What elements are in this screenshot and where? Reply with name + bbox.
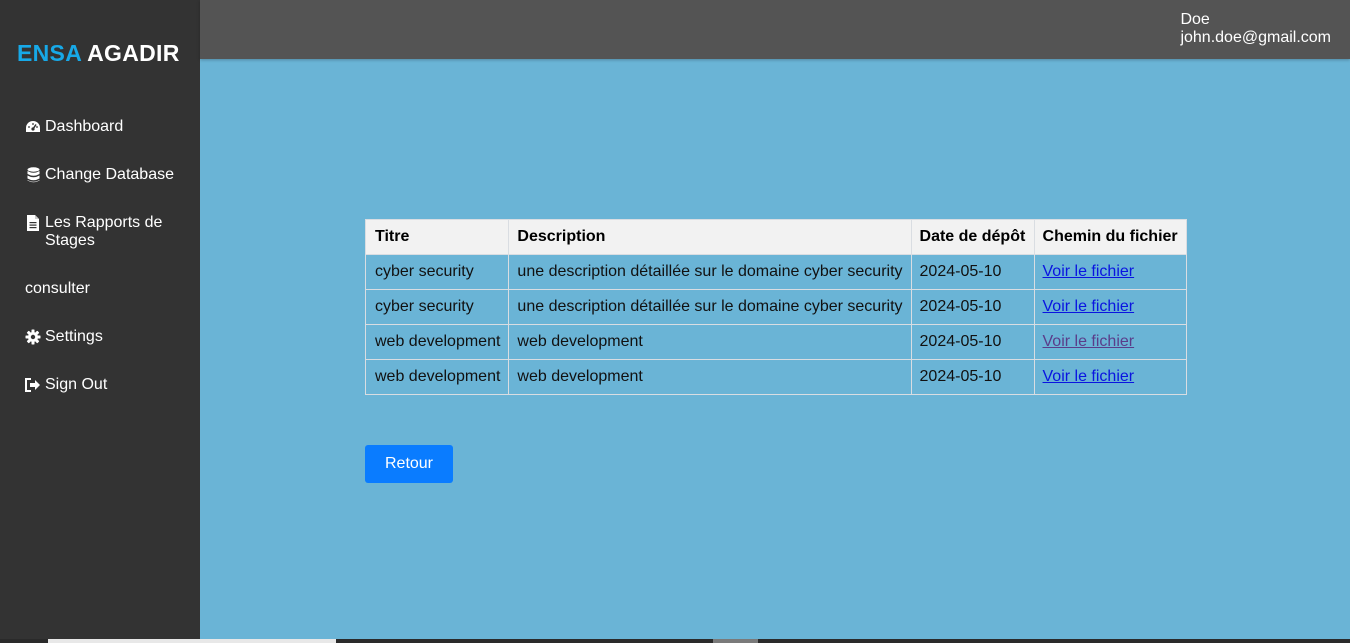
view-file-link[interactable]: Voir le fichier bbox=[1043, 368, 1135, 385]
column-header-date: Date de dépôt bbox=[910, 219, 1035, 255]
database-icon bbox=[25, 166, 41, 184]
sidebar: ENSA AGADIR Dashboard Change Database Le… bbox=[0, 0, 200, 643]
sidebar-item-settings[interactable]: Settings bbox=[0, 328, 200, 346]
gear-icon bbox=[25, 328, 41, 346]
view-file-link[interactable]: Voir le fichier bbox=[1043, 263, 1135, 280]
sidebar-item-label: Change Database bbox=[45, 166, 174, 183]
cell-titre: web development bbox=[364, 359, 510, 395]
sidebar-item-label: Dashboard bbox=[45, 118, 124, 135]
cell-description: une description détaillée sur le domaine… bbox=[508, 289, 912, 325]
table-row: cyber security une description détaillée… bbox=[364, 289, 1187, 325]
cell-titre: cyber security bbox=[364, 254, 510, 290]
sidebar-nav: Dashboard Change Database Les Rapports d… bbox=[0, 118, 200, 424]
sidebar-item-label: Les Rapports de Stages bbox=[45, 214, 163, 249]
table-row: web development web development 2024-05-… bbox=[364, 359, 1187, 395]
view-file-link[interactable]: Voir le fichier bbox=[1043, 298, 1135, 315]
sign-out-icon bbox=[25, 376, 41, 394]
cell-file: Voir le fichier bbox=[1033, 289, 1187, 325]
view-file-link[interactable]: Voir le fichier bbox=[1043, 333, 1135, 350]
brand-agadir: AGADIR bbox=[87, 40, 180, 66]
column-header-description: Description bbox=[508, 219, 912, 255]
reports-table: Titre Description Date de dépôt Chemin d… bbox=[364, 219, 1187, 395]
cell-date: 2024-05-10 bbox=[910, 359, 1035, 395]
cell-file: Voir le fichier bbox=[1033, 254, 1187, 290]
cell-description: web development bbox=[508, 324, 912, 360]
cell-titre: cyber security bbox=[364, 289, 510, 325]
sidebar-item-label: consulter bbox=[25, 280, 90, 297]
sidebar-item-change-database[interactable]: Change Database bbox=[0, 166, 200, 184]
cell-date: 2024-05-10 bbox=[910, 289, 1035, 325]
scrollbar-thumb[interactable] bbox=[48, 639, 336, 643]
sidebar-item-label: Sign Out bbox=[45, 376, 108, 393]
cell-titre: web development bbox=[364, 324, 510, 360]
table-row: cyber security une description détaillée… bbox=[364, 254, 1187, 290]
column-header-chemin: Chemin du fichier bbox=[1033, 219, 1187, 255]
top-header: Doe john.doe@gmail.com bbox=[200, 0, 1350, 59]
sidebar-item-sign-out[interactable]: Sign Out bbox=[0, 376, 200, 394]
sidebar-item-consulter[interactable]: consulter bbox=[0, 280, 200, 298]
user-name: Doe bbox=[1180, 11, 1210, 28]
column-header-titre: Titre bbox=[364, 219, 510, 255]
dashboard-gauge-icon bbox=[25, 118, 41, 136]
cell-date: 2024-05-10 bbox=[910, 254, 1035, 290]
back-button[interactable]: Retour bbox=[365, 445, 453, 483]
cell-file: Voir le fichier bbox=[1033, 359, 1187, 395]
cell-date: 2024-05-10 bbox=[910, 324, 1035, 360]
user-info[interactable]: Doe john.doe@gmail.com bbox=[1180, 11, 1331, 47]
cell-description: une description détaillée sur le domaine… bbox=[508, 254, 912, 290]
bottom-scrollbar[interactable] bbox=[0, 639, 1350, 643]
document-icon bbox=[25, 214, 41, 232]
cell-description: web development bbox=[508, 359, 912, 395]
user-email: john.doe@gmail.com bbox=[1180, 29, 1331, 46]
sidebar-item-label: Settings bbox=[45, 328, 103, 345]
brand-ensa: ENSA bbox=[17, 40, 82, 66]
scrollbar-marker bbox=[713, 639, 758, 643]
table-row: web development web development 2024-05-… bbox=[364, 324, 1187, 360]
brand-logo[interactable]: ENSA AGADIR bbox=[17, 40, 180, 67]
sidebar-item-dashboard[interactable]: Dashboard bbox=[0, 118, 200, 136]
table-header-row: Titre Description Date de dépôt Chemin d… bbox=[364, 219, 1187, 255]
cell-file: Voir le fichier bbox=[1033, 324, 1187, 360]
sidebar-item-rapports-de-stages[interactable]: Les Rapports de Stages bbox=[0, 214, 200, 250]
